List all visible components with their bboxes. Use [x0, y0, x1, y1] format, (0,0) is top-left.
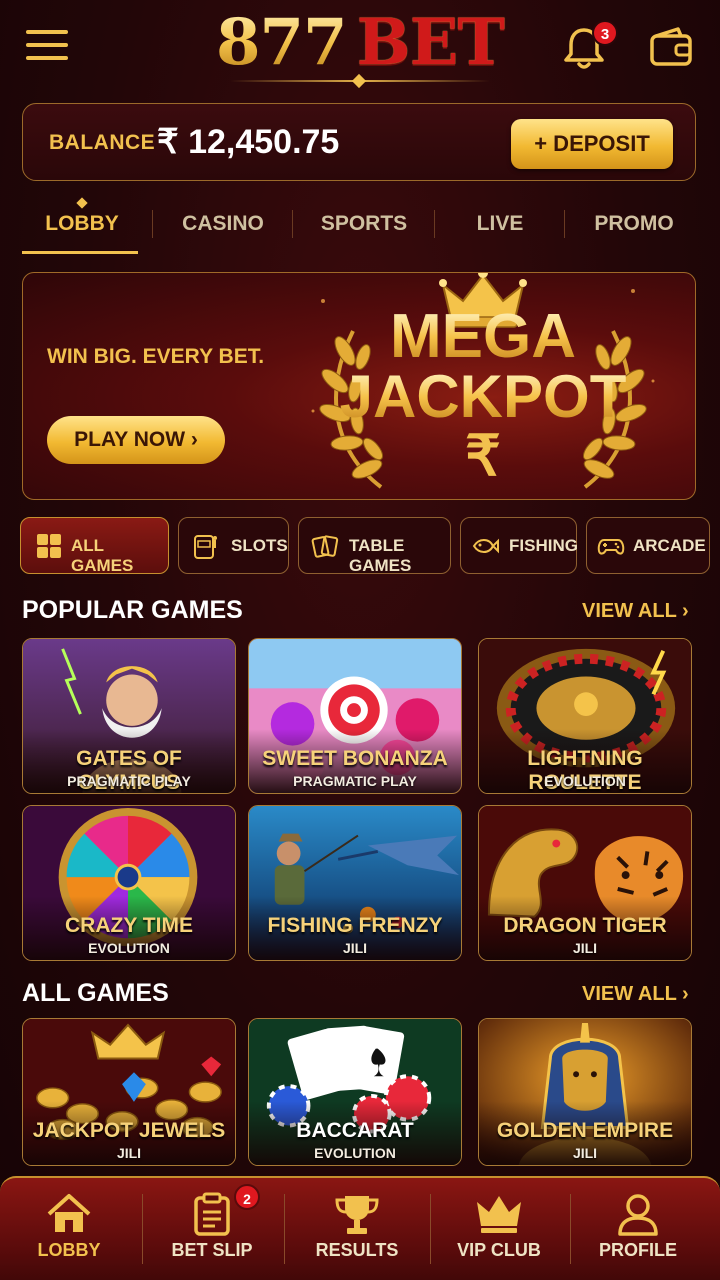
- tab-casino[interactable]: CASINO: [162, 212, 284, 236]
- game-card-dragon-tiger[interactable]: DRAGON TIGER JILI: [478, 805, 692, 961]
- game-card-sweet-bonanza[interactable]: SWEET BONANZA PRAGMATIC PLAY: [248, 638, 462, 794]
- game-title: BACCARAT: [296, 1119, 414, 1142]
- grid-icon: [37, 534, 61, 558]
- game-title: FISHING FRENZY: [267, 914, 443, 937]
- all-games-view-all-link[interactable]: VIEW ALL ›: [582, 983, 689, 1006]
- category-all-games[interactable]: ALL GAMES: [20, 517, 169, 575]
- all-games-title: ALL GAMES: [22, 979, 169, 1007]
- category-slots[interactable]: SLOTS: [178, 517, 289, 574]
- nav-divider: [570, 1194, 571, 1264]
- deposit-button[interactable]: + DEPOSIT: [511, 119, 673, 169]
- nav-profile[interactable]: PROFILE: [574, 1178, 702, 1280]
- game-card-gates-of-olympus[interactable]: GATES OF OLYMPUS PRAGMATIC PLAY: [22, 638, 236, 794]
- user-icon: [618, 1194, 658, 1236]
- category-label: FISHING: [509, 536, 578, 555]
- crown-icon: [477, 1196, 521, 1233]
- game-card-golden-empire[interactable]: GOLDEN EMPIRE JILI: [478, 1018, 692, 1166]
- nav-results[interactable]: RESULTS: [288, 1178, 426, 1280]
- category-label: ARCADE: [633, 536, 706, 555]
- rupee-symbol: ₹: [465, 424, 501, 487]
- nav-divider: [430, 1194, 431, 1264]
- clipboard-icon: [194, 1192, 230, 1236]
- active-tab-indicator-icon: [76, 197, 88, 209]
- game-title: CRAZY TIME: [65, 914, 193, 937]
- active-tab-underline: [22, 251, 138, 254]
- game-card-lightning-roulette[interactable]: LIGHTNING ROULETTE EVOLUTION: [478, 638, 692, 794]
- nav-divider: [284, 1194, 285, 1264]
- balance-label: BALANCE: [49, 131, 156, 154]
- tab-divider: [292, 210, 293, 238]
- game-card-fishing-frenzy[interactable]: FISHING FRENZY JILI: [248, 805, 462, 961]
- game-title: JACKPOT JEWELS: [32, 1119, 226, 1142]
- game-provider: EVOLUTION: [88, 940, 170, 956]
- slot-machine-icon: [194, 535, 217, 559]
- category-table-games[interactable]: TABLE GAMES: [298, 517, 451, 575]
- nav-vip-club[interactable]: VIP CLUB: [434, 1178, 564, 1280]
- nav-label: LOBBY: [37, 1240, 101, 1260]
- game-provider: EVOLUTION: [544, 773, 626, 789]
- category-label: TABLE GAMES: [349, 536, 412, 575]
- game-card-crazy-time[interactable]: CRAZY TIME EVOLUTION: [22, 805, 236, 961]
- game-provider: PRAGMATIC PLAY: [293, 773, 417, 789]
- banner-headline-jackpot: JACKPOT: [323, 367, 643, 427]
- play-now-button[interactable]: PLAY NOW ›: [47, 416, 225, 464]
- wallet-icon[interactable]: [648, 26, 694, 70]
- banner-headline-mega: MEGA: [343, 306, 623, 368]
- game-card-jackpot-jewels[interactable]: JACKPOT JEWELS JILI: [22, 1018, 236, 1166]
- tab-divider: [564, 210, 565, 238]
- tab-promo[interactable]: PROMO: [574, 212, 694, 236]
- tab-lobby[interactable]: LOBBY: [22, 212, 142, 236]
- game-provider: JILI: [572, 1145, 598, 1161]
- banner-tagline: WIN BIG. EVERY BET.: [47, 345, 265, 368]
- nav-label: BET SLIP: [171, 1240, 253, 1260]
- game-provider: JILI: [572, 940, 598, 956]
- nav-label: VIP CLUB: [457, 1240, 541, 1260]
- game-provider: JILI: [116, 1145, 142, 1161]
- nav-label: RESULTS: [315, 1240, 399, 1260]
- balance-amount: ₹ 12,450.75: [157, 123, 340, 161]
- game-card-baccarat[interactable]: BACCARAT EVOLUTION: [248, 1018, 462, 1166]
- balance-card: BALANCE ₹ 12,450.75 + DEPOSIT: [22, 103, 696, 181]
- game-title: DRAGON TIGER: [503, 914, 667, 937]
- nav-label: PROFILE: [598, 1240, 677, 1260]
- gamepad-icon: [597, 539, 625, 555]
- game-provider: PRAGMATIC PLAY: [67, 773, 191, 789]
- bet-slip-badge: 2: [234, 1184, 260, 1210]
- trophy-icon: [335, 1196, 379, 1234]
- nav-divider: [142, 1194, 143, 1264]
- logo-number: 877: [215, 5, 348, 80]
- category-label: SLOTS: [231, 536, 288, 555]
- game-provider: EVOLUTION: [314, 1145, 396, 1161]
- logo-brand: BET: [356, 5, 505, 80]
- tab-sports[interactable]: SPORTS: [302, 212, 426, 236]
- home-icon: [47, 1194, 91, 1232]
- category-label: ALL GAMES: [71, 536, 134, 575]
- tab-divider: [152, 210, 153, 238]
- game-title: GOLDEN EMPIRE: [496, 1119, 674, 1142]
- cards-icon: [311, 535, 339, 558]
- app-header: 877 BET 3: [0, 0, 720, 96]
- notification-badge: 3: [592, 20, 618, 46]
- popular-games-title: POPULAR GAMES: [22, 596, 243, 624]
- fish-icon: [472, 538, 499, 554]
- category-filter-bar: ALL GAMES SLOTS TABLE GAMES FISHING ARCA…: [20, 517, 720, 575]
- tab-divider: [434, 210, 435, 238]
- bottom-navigation: LOBBY BET SLIP 2 RESULTS VIP CLUB PROFIL…: [0, 1176, 720, 1280]
- popular-view-all-link[interactable]: VIEW ALL ›: [582, 600, 689, 623]
- category-arcade[interactable]: ARCADE: [586, 517, 710, 574]
- nav-lobby[interactable]: LOBBY: [0, 1178, 138, 1280]
- game-provider: JILI: [342, 940, 368, 956]
- main-tabs: LOBBY CASINO SPORTS LIVE PROMO: [22, 196, 696, 256]
- category-fishing[interactable]: FISHING: [460, 517, 578, 574]
- game-title: SWEET BONANZA: [262, 747, 448, 770]
- mega-jackpot-banner[interactable]: WIN BIG. EVERY BET. PLAY NOW › MEGA JACK…: [22, 272, 696, 500]
- tab-live[interactable]: LIVE: [442, 212, 558, 236]
